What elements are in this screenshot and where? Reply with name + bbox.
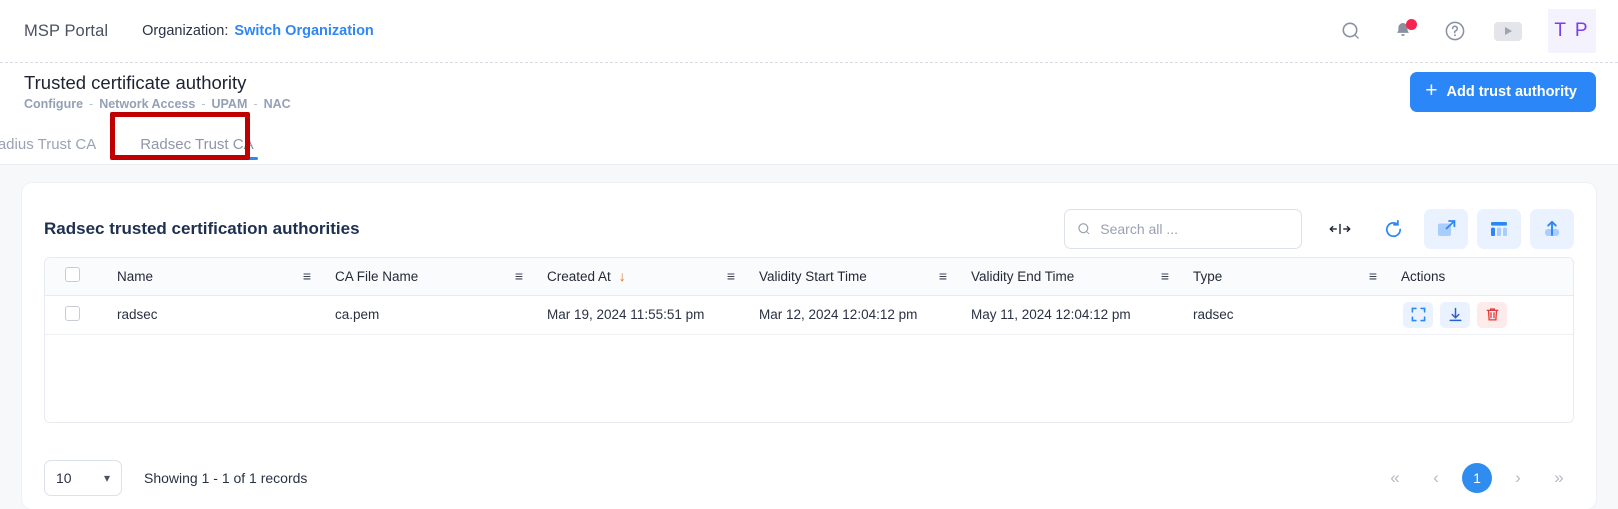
column-header-validity-start-time[interactable]: Validity Start Time ≡ [745,258,957,296]
column-label-actions: Actions [1401,268,1446,284]
breadcrumb-separator: - [253,97,258,112]
download-icon[interactable] [1440,301,1470,328]
column-menu-icon-validity-start-time[interactable]: ≡ [939,269,947,283]
card-title: Radsec trusted certification authorities [44,219,360,238]
sort-descending-icon[interactable]: ↓ [619,268,626,284]
column-label-validity-end-time: Validity End Time [971,268,1075,284]
pagination: « ‹ 1 › » [1380,463,1574,493]
table-row[interactable]: radsec ca.pem Mar 19, 2024 11:55:51 pm M… [45,295,1573,335]
page-title: Trusted certificate authority [24,71,247,93]
topbar-icon-group: T P [1338,9,1596,53]
play-icon[interactable] [1494,21,1522,41]
breadcrumb-item-nac[interactable]: NAC [264,97,291,111]
column-menu-icon-created-at[interactable]: ≡ [727,269,735,283]
help-circle-icon[interactable] [1442,18,1468,44]
avatar[interactable]: T P [1548,9,1596,53]
column-header-name[interactable]: Name ≡ [103,258,321,296]
tab-strip: Radius Trust CA Radsec Trust CA [0,112,1618,165]
delete-icon[interactable] [1477,301,1507,328]
column-menu-icon-name[interactable]: ≡ [303,269,311,283]
page-header: Trusted certificate authority Configure … [0,63,1618,120]
column-header-created-at[interactable]: Created At ↓ ≡ [533,258,745,296]
breadcrumb-item-configure[interactable]: Configure [24,97,83,111]
table-toolbar [1318,209,1574,249]
tab-radius-trust-ca[interactable]: Radius Trust CA [0,136,118,164]
records-summary: Showing 1 - 1 of 1 records [144,470,308,486]
column-menu-icon-type[interactable]: ≡ [1369,269,1377,283]
play-triangle-icon [1504,27,1512,35]
table-empty-space [45,334,1573,422]
column-label-type: Type [1193,268,1223,284]
row-checkbox[interactable] [65,305,80,321]
cell-validity-start-time: Mar 12, 2024 12:04:12 pm [745,295,957,335]
search-box[interactable] [1064,209,1302,249]
main-content: Radsec trusted certification authorities [0,165,1618,509]
search-input[interactable] [1100,221,1289,237]
columns-icon[interactable] [1477,209,1521,249]
view-icon[interactable] [1403,301,1433,328]
column-menu-icon-ca-file-name[interactable]: ≡ [515,269,523,283]
radsec-ca-card: Radsec trusted certification authorities [22,183,1596,509]
breadcrumb-item-upam[interactable]: UPAM [212,97,248,111]
export-icon[interactable] [1530,209,1574,249]
card-header: Radsec trusted certification authorities [44,203,1574,255]
cell-actions [1387,295,1573,335]
organization-label: Organization: [142,23,229,39]
page-header-text: Trusted certificate authority Configure … [24,72,291,111]
breadcrumb: Configure - Network Access - UPAM - NAC [24,97,291,111]
top-bar: MSP Portal Organization: Switch Organiza… [0,0,1618,63]
pagination-first-button[interactable]: « [1380,463,1410,493]
search-icon[interactable] [1338,18,1364,44]
select-all-header [45,258,103,296]
cell-ca-file-name: ca.pem [321,295,533,335]
cell-name: radsec [103,295,321,335]
select-all-checkbox[interactable] [65,267,80,283]
table-header-row: Name ≡ CA File Name ≡ Created At ↓ ≡ Val… [45,258,1573,296]
switch-organization-link[interactable]: Switch Organization [234,23,373,39]
notification-dot [1406,19,1417,30]
pagination-page-1[interactable]: 1 [1462,463,1492,493]
table-body: radsec ca.pem Mar 19, 2024 11:55:51 pm M… [45,295,1573,335]
pagination-prev-button[interactable]: ‹ [1421,463,1451,493]
add-trust-authority-button[interactable]: + Add trust authority [1410,71,1596,112]
expand-icon[interactable] [1424,209,1468,249]
cell-type: radsec [1179,295,1387,335]
row-action-group [1401,301,1573,328]
refresh-icon[interactable] [1371,209,1415,249]
column-label-ca-file-name: CA File Name [335,268,419,284]
fit-columns-icon[interactable] [1318,209,1362,249]
column-label-validity-start-time: Validity Start Time [759,268,867,284]
add-trust-authority-label: Add trust authority [1446,83,1578,100]
row-select-cell [45,295,103,335]
bell-icon[interactable] [1390,18,1417,44]
breadcrumb-separator: - [201,97,206,112]
column-header-type[interactable]: Type ≡ [1179,258,1387,296]
table-header: Name ≡ CA File Name ≡ Created At ↓ ≡ Val… [45,258,1573,296]
tab-radsec-trust-ca[interactable]: Radsec Trust CA [118,136,275,164]
table-footer: 10 ▾ Showing 1 - 1 of 1 records « ‹ 1 › … [44,447,1574,509]
column-label-created-at: Created At [547,268,611,284]
column-menu-icon-validity-end-time[interactable]: ≡ [1161,269,1169,283]
search-icon [1078,223,1090,235]
breadcrumb-separator: - [89,97,94,112]
column-label-name: Name [117,268,154,284]
chevron-down-icon: ▾ [103,471,110,485]
column-header-ca-file-name[interactable]: CA File Name ≡ [321,258,533,296]
breadcrumb-item-network-access[interactable]: Network Access [99,97,195,111]
certificates-table-wrapper: Name ≡ CA File Name ≡ Created At ↓ ≡ Val… [44,257,1574,423]
certificates-table: Name ≡ CA File Name ≡ Created At ↓ ≡ Val… [45,258,1573,335]
column-header-actions: Actions [1387,258,1573,296]
pagination-next-button[interactable]: › [1503,463,1533,493]
app-brand: MSP Portal [24,21,109,40]
page-size-value: 10 [56,470,72,486]
page-size-select[interactable]: 10 ▾ [44,460,122,496]
column-header-validity-end-time[interactable]: Validity End Time ≡ [957,258,1179,296]
cell-created-at: Mar 19, 2024 11:55:51 pm [533,295,745,335]
plus-icon: + [1425,79,1438,102]
cell-validity-end-time: May 11, 2024 12:04:12 pm [957,295,1179,335]
pagination-last-button[interactable]: » [1544,463,1574,493]
